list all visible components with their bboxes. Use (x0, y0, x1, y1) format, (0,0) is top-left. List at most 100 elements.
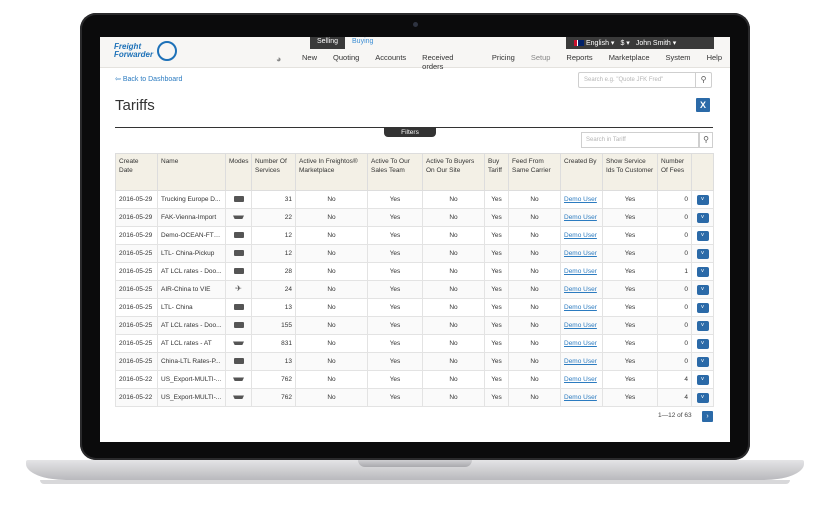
global-search[interactable]: Search e.g. "Quote JFK Fred" ⚲ (578, 72, 712, 88)
nav-reports[interactable]: Reports (558, 53, 600, 71)
cell-number-of-fees: 0 (657, 352, 692, 371)
created-by-link[interactable]: Demo User (564, 322, 597, 329)
nav-setup[interactable]: Setup (523, 53, 559, 71)
global-search-input[interactable]: Search e.g. "Quote JFK Fred" (584, 77, 663, 83)
cell-create-date: 2016-05-25 (115, 298, 158, 317)
table-row[interactable]: 2016-05-29 FAK-Vienna-Import 22 No Yes No Yes N… (115, 208, 714, 227)
row-expand-button[interactable]: ˅ (696, 338, 709, 349)
tariff-search-input[interactable]: Search in Tariff (581, 132, 699, 148)
created-by-link[interactable]: Demo User (564, 358, 597, 365)
filters-toggle[interactable]: Filters (384, 128, 436, 137)
row-expand-button[interactable]: ˅ (696, 320, 709, 331)
user-menu[interactable]: John Smith ▾ (636, 39, 677, 47)
nav-quoting[interactable]: Quoting (325, 53, 367, 71)
row-expand-button[interactable]: ˅ (696, 392, 709, 403)
buying-tab[interactable]: Buying (345, 37, 380, 49)
created-by-link[interactable]: Demo User (564, 214, 597, 221)
ship-icon (233, 377, 244, 381)
cell-number-of-fees: 0 (657, 280, 692, 299)
cell-created-by: Demo User (560, 244, 603, 263)
row-expand-button[interactable]: ˅ (696, 356, 709, 367)
cell-actions: ˅ (691, 334, 714, 353)
row-expand-button[interactable]: ˅ (696, 302, 709, 313)
created-by-link[interactable]: Demo User (564, 376, 597, 383)
created-by-link[interactable]: Demo User (564, 268, 597, 275)
cell-number-of-services: 13 (251, 298, 296, 317)
cell-active-buyers: No (422, 226, 485, 245)
table-row[interactable]: 2016-05-29 Demo-OCEAN-FTL... 12 No Yes No Yes N… (115, 226, 714, 245)
row-expand-button[interactable]: ˅ (696, 194, 709, 205)
col-feed-same-carrier[interactable]: Feed From Same Carrier (508, 153, 561, 191)
created-by-link[interactable]: Demo User (564, 286, 597, 293)
cell-actions: ˅ (691, 226, 714, 245)
currency-select[interactable]: $ ▾ (620, 39, 629, 47)
created-by-link[interactable]: Demo User (564, 304, 597, 311)
table-row[interactable]: 2016-05-25 AIR-China to VIE ✈ 24 No Yes No Yes N… (115, 280, 714, 299)
table-row[interactable]: 2016-05-25 AT LCL rates - Doo... 155 No Yes N… (115, 316, 714, 335)
table-row[interactable]: 2016-05-25 China-LTL Rates-P... 13 No Yes No Y… (115, 352, 714, 371)
created-by-link[interactable]: Demo User (564, 394, 597, 401)
row-expand-button[interactable]: ˅ (696, 266, 709, 277)
col-active-sales[interactable]: Active To Our Sales Team (367, 153, 423, 191)
search-icon[interactable]: ⚲ (695, 73, 711, 87)
created-by-link[interactable]: Demo User (564, 250, 597, 257)
col-buy-tariff[interactable]: Buy Tariff (484, 153, 509, 191)
col-show-service-ids[interactable]: Show Service Ids To Customer (602, 153, 658, 191)
cell-number-of-fees: 4 (657, 388, 692, 407)
col-number-of-fees[interactable]: Number Of Fees (657, 153, 692, 191)
uk-flag-icon (574, 40, 584, 47)
col-name[interactable]: Name (157, 153, 226, 191)
table-row[interactable]: 2016-05-22 US_Export-MULTI-... 762 No Yes No Y… (115, 370, 714, 389)
logo[interactable]: Freight Forwarder (114, 41, 184, 67)
created-by-link[interactable]: Demo User (564, 232, 597, 239)
col-created-by[interactable]: Created By (560, 153, 603, 191)
tariffs-table: Create Date Name Modes Number Of Service… (115, 153, 714, 407)
col-active-marketplace[interactable]: Active In Freightos® Marketplace (295, 153, 368, 191)
table-row[interactable]: 2016-05-25 LTL- China-Pickup 12 No Yes No Yes N… (115, 244, 714, 263)
nav-system[interactable]: System (658, 53, 699, 71)
row-expand-button[interactable]: ˅ (696, 284, 709, 295)
nav-marketplace[interactable]: Marketplace (601, 53, 658, 71)
col-create-date[interactable]: Create Date (115, 153, 158, 191)
table-row[interactable]: 2016-05-25 LTL- China 13 No Yes No Yes No Demo U… (115, 298, 714, 317)
row-expand-button[interactable]: ˅ (696, 248, 709, 259)
created-by-link[interactable]: Demo User (564, 340, 597, 347)
cell-active-sales: Yes (367, 190, 423, 209)
cell-active-marketplace: No (295, 388, 368, 407)
cell-show-service-ids: Yes (602, 244, 658, 263)
language-select[interactable]: English ▾ (574, 39, 614, 47)
table-row[interactable]: 2016-05-25 AT LCL rates - AT 831 No Yes No Yes… (115, 334, 714, 353)
nav-new[interactable]: New (294, 53, 325, 71)
row-expand-button[interactable]: ˅ (696, 374, 709, 385)
next-page-button[interactable]: › (702, 411, 713, 422)
export-excel-icon[interactable]: X (696, 98, 710, 112)
cell-number-of-services: 28 (251, 262, 296, 281)
table-row[interactable]: 2016-05-25 AT LCL rates - Doo... 28 No Yes No… (115, 262, 714, 281)
col-modes[interactable]: Modes (225, 153, 252, 191)
cell-show-service-ids: Yes (602, 262, 658, 281)
cell-number-of-services: 155 (251, 316, 296, 335)
col-number-of-services[interactable]: Number Of Services (251, 153, 296, 191)
ship-icon (233, 215, 244, 219)
nav-pricing[interactable]: Pricing (484, 53, 523, 71)
cell-mode (225, 388, 252, 407)
search-icon[interactable]: ⚲ (699, 132, 713, 148)
dashboard-gauge-icon[interactable]: ◕ (276, 54, 281, 64)
table-row[interactable]: 2016-05-22 US_Export-MULTI-... 762 No Yes No Y… (115, 388, 714, 407)
cell-number-of-fees: 0 (657, 316, 692, 335)
created-by-link[interactable]: Demo User (564, 196, 597, 203)
cell-feed-same-carrier: No (508, 352, 561, 371)
back-to-dashboard-link[interactable]: ⇦ Back to Dashboard (115, 75, 182, 83)
cell-active-buyers: No (422, 316, 485, 335)
nav-received-orders[interactable]: Received orders (414, 53, 484, 71)
row-expand-button[interactable]: ˅ (696, 230, 709, 241)
cell-mode (225, 244, 252, 263)
table-row[interactable]: 2016-05-29 Trucking Europe D... 31 No Yes No Y… (115, 190, 714, 209)
row-expand-button[interactable]: ˅ (696, 212, 709, 223)
nav-accounts[interactable]: Accounts (367, 53, 414, 71)
cell-actions: ˅ (691, 370, 714, 389)
cell-number-of-services: 22 (251, 208, 296, 227)
col-active-buyers[interactable]: Active To Buyers On Our Site (422, 153, 485, 191)
selling-tab[interactable]: Selling (310, 37, 346, 49)
nav-help[interactable]: Help (699, 53, 730, 71)
